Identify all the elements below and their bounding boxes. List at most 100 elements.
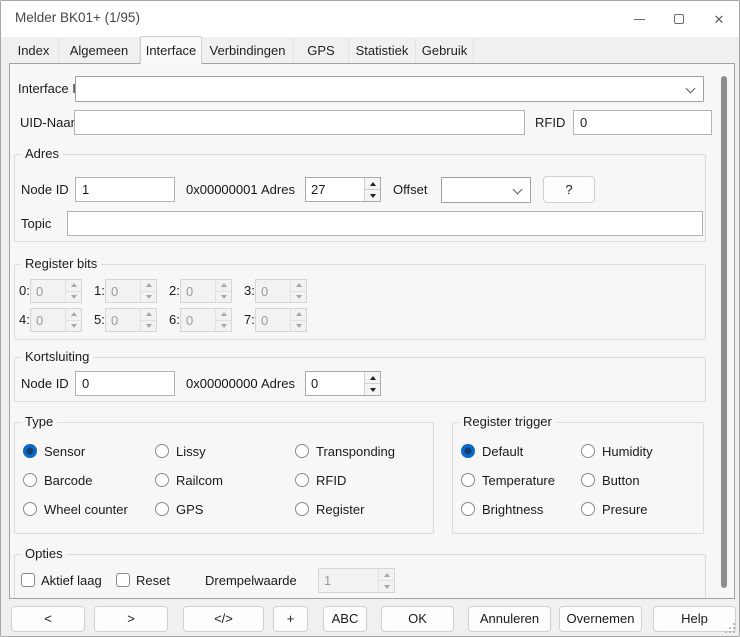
- bit-4-spinner: [30, 308, 82, 332]
- radio-label: Wheel counter: [44, 502, 128, 517]
- window-title: Melder BK01+ (1/95): [15, 10, 140, 25]
- adres-label: Adres: [261, 177, 295, 202]
- offset-label: Offset: [393, 177, 427, 202]
- radio-icon: [461, 444, 475, 458]
- spin-up-button[interactable]: [365, 178, 380, 189]
- rfid-input[interactable]: [573, 110, 712, 135]
- radio-label: Lissy: [176, 444, 206, 459]
- bit-5-value: [106, 309, 140, 331]
- bit-3-value: [256, 280, 290, 302]
- help-button[interactable]: Help: [653, 606, 736, 632]
- kortsluiting-node-id-input[interactable]: [75, 371, 175, 396]
- tab-gps[interactable]: GPS: [294, 38, 349, 63]
- radio-lissy[interactable]: Lissy: [155, 441, 206, 461]
- apply-button[interactable]: Overnemen: [559, 606, 642, 632]
- uid-naam-input[interactable]: [74, 110, 525, 135]
- radio-icon: [581, 444, 595, 458]
- spinner-buttons: [290, 280, 306, 302]
- bit-7-value: [256, 309, 290, 331]
- maximize-icon: [674, 14, 684, 24]
- help-question-button[interactable]: ?: [543, 176, 595, 203]
- node-id-hex-value: 0x00000001: [186, 177, 258, 202]
- arrow-up-icon: [370, 376, 376, 380]
- window-controls: ✕: [619, 1, 739, 37]
- radio-brightness[interactable]: Brightness: [461, 499, 543, 519]
- radio-barcode[interactable]: Barcode: [23, 470, 92, 490]
- drempelwaarde-value: [319, 569, 378, 592]
- radio-label: Humidity: [602, 444, 653, 459]
- kortsluiting-adres-value[interactable]: [306, 372, 364, 395]
- arrow-up-icon: [146, 283, 152, 287]
- kortsluiting-adres-spinner[interactable]: [305, 371, 381, 396]
- radio-rfid[interactable]: RFID: [295, 470, 346, 490]
- add-button[interactable]: +: [273, 606, 308, 632]
- prev-button[interactable]: <: [11, 606, 85, 632]
- checkbox-aktief-laag[interactable]: Aktief laag: [21, 570, 102, 590]
- radio-icon: [23, 444, 37, 458]
- minimize-button[interactable]: [619, 1, 659, 37]
- node-id-input[interactable]: [75, 177, 175, 202]
- arrow-up-icon: [370, 182, 376, 186]
- tab-index[interactable]: Index: [9, 38, 59, 63]
- radio-icon: [155, 473, 169, 487]
- ok-button[interactable]: OK: [381, 606, 454, 632]
- radio-label: GPS: [176, 502, 203, 517]
- spinner-buttons: [378, 569, 394, 592]
- checkbox-reset[interactable]: Reset: [116, 570, 170, 590]
- bit-label: 6:: [169, 308, 180, 332]
- kortsluiting-hex-value: 0x00000000: [186, 371, 258, 396]
- radio-railcom[interactable]: Railcom: [155, 470, 223, 490]
- arrow-down-icon: [146, 295, 152, 299]
- vertical-scrollbar[interactable]: [721, 76, 727, 588]
- radio-register[interactable]: Register: [295, 499, 364, 519]
- spin-down-button[interactable]: [365, 189, 380, 201]
- adres-spinner[interactable]: [305, 177, 381, 202]
- bit-1-value: [106, 280, 140, 302]
- topic-input[interactable]: [67, 211, 703, 236]
- tab-algemeen[interactable]: Algemeen: [59, 38, 140, 63]
- radio-presure[interactable]: Presure: [581, 499, 648, 519]
- maximize-button[interactable]: [659, 1, 699, 37]
- radio-transponding[interactable]: Transponding: [295, 441, 395, 461]
- radio-gps[interactable]: GPS: [155, 499, 203, 519]
- next-button[interactable]: >: [94, 606, 168, 632]
- radio-label: Brightness: [482, 502, 543, 517]
- tab-gebruik[interactable]: Gebruik: [416, 38, 474, 63]
- bit-1-spinner: [105, 279, 157, 303]
- abc-button[interactable]: ABC: [323, 606, 367, 632]
- checkbox-icon: [21, 573, 35, 587]
- arrow-up-icon: [221, 283, 227, 287]
- bit-0-spinner: [30, 279, 82, 303]
- radio-wheel-counter[interactable]: Wheel counter: [23, 499, 128, 519]
- radio-icon: [461, 502, 475, 516]
- tab-verbindingen[interactable]: Verbindingen: [202, 38, 294, 63]
- spin-down-button[interactable]: [365, 383, 380, 395]
- cancel-button[interactable]: Annuleren: [468, 606, 551, 632]
- arrow-up-icon: [146, 312, 152, 316]
- radio-icon: [581, 502, 595, 516]
- close-button[interactable]: ✕: [699, 1, 739, 37]
- interface-id-combobox[interactable]: [75, 76, 704, 102]
- radio-icon: [155, 502, 169, 516]
- radio-icon: [295, 473, 309, 487]
- code-button[interactable]: </>: [183, 606, 264, 632]
- radio-temperature[interactable]: Temperature: [461, 470, 555, 490]
- tab-interface[interactable]: Interface: [140, 36, 202, 64]
- node-id-label: Node ID: [21, 371, 69, 396]
- bit-label: 2:: [169, 279, 180, 303]
- spin-up-button[interactable]: [365, 372, 380, 383]
- radio-default[interactable]: Default: [461, 441, 523, 461]
- uid-naam-label: UID-Naam: [20, 110, 81, 135]
- resize-grip[interactable]: [733, 623, 735, 625]
- arrow-down-icon: [296, 324, 302, 328]
- radio-button[interactable]: Button: [581, 470, 640, 490]
- radio-sensor[interactable]: Sensor: [23, 441, 85, 461]
- tab-statistiek[interactable]: Statistiek: [349, 38, 416, 63]
- offset-combobox[interactable]: [441, 177, 531, 203]
- radio-icon: [155, 444, 169, 458]
- adres-spinner-value[interactable]: [306, 178, 364, 201]
- bit-2-value: [181, 280, 215, 302]
- arrow-up-icon: [71, 283, 77, 287]
- close-icon: ✕: [714, 13, 725, 26]
- radio-humidity[interactable]: Humidity: [581, 441, 653, 461]
